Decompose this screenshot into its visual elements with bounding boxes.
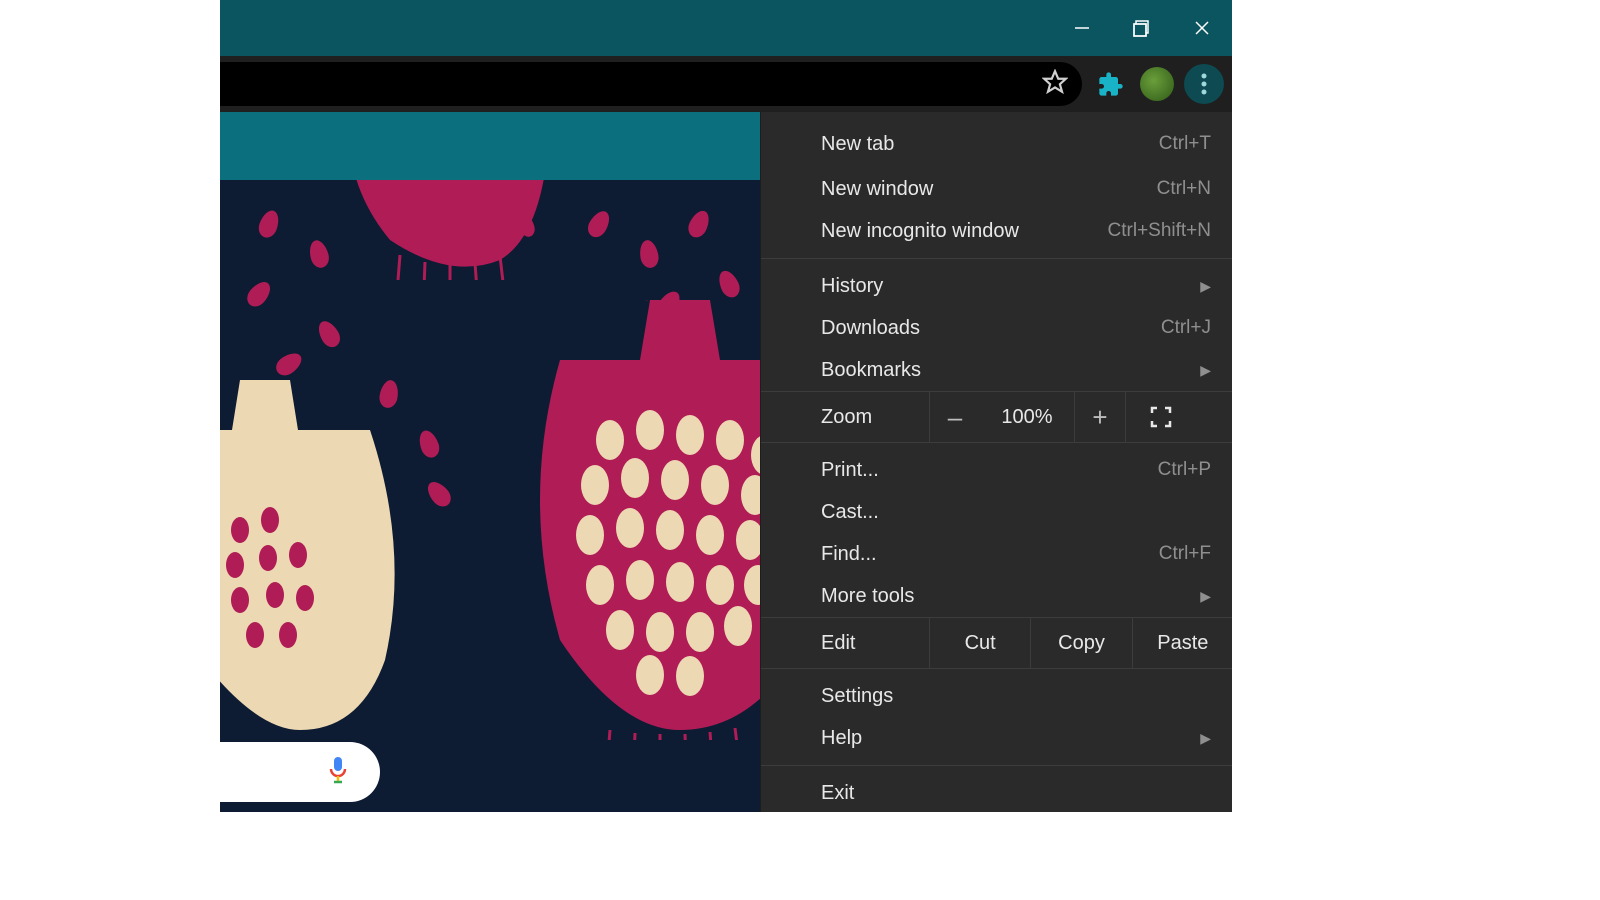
omnibox[interactable] <box>220 62 1082 106</box>
microphone-icon[interactable] <box>326 755 350 790</box>
fullscreen-icon <box>1150 406 1172 428</box>
menu-separator <box>761 765 1232 766</box>
more-menu-button[interactable] <box>1184 64 1224 104</box>
menu-item-new-window[interactable]: New windowCtrl+N <box>761 168 1232 210</box>
zoom-label: Zoom <box>761 406 929 429</box>
avatar-icon <box>1140 67 1174 101</box>
theme-background <box>220 180 760 812</box>
menu-item-more-tools[interactable]: More tools▶ <box>761 575 1232 617</box>
edit-copy-button[interactable]: Copy <box>1030 618 1131 668</box>
page-header-strip <box>220 112 760 180</box>
chrome-menu: New tabCtrl+T New windowCtrl+N New incog… <box>760 112 1232 812</box>
page-content <box>220 112 760 812</box>
chevron-right-icon: ▶ <box>1200 278 1211 295</box>
menu-edit-row: Edit Cut Copy Paste <box>761 617 1232 669</box>
menu-item-help[interactable]: Help▶ <box>761 717 1232 759</box>
chevron-right-icon: ▶ <box>1200 730 1211 747</box>
menu-item-downloads[interactable]: DownloadsCtrl+J <box>761 307 1232 349</box>
search-pill[interactable] <box>220 742 380 802</box>
star-icon[interactable] <box>1042 69 1068 100</box>
menu-item-find[interactable]: Find...Ctrl+F <box>761 533 1232 575</box>
profile-avatar[interactable] <box>1134 61 1180 107</box>
edit-cut-button[interactable]: Cut <box>929 618 1030 668</box>
edit-label: Edit <box>761 632 929 655</box>
pomegranate-illustration-2 <box>220 380 400 740</box>
titlebar <box>220 0 1232 56</box>
extensions-icon[interactable] <box>1088 61 1134 107</box>
menu-item-exit[interactable]: Exit <box>761 772 1232 812</box>
edit-paste-button[interactable]: Paste <box>1132 618 1232 668</box>
zoom-out-button[interactable]: – <box>929 392 980 442</box>
menu-item-print[interactable]: Print...Ctrl+P <box>761 443 1232 491</box>
menu-item-new-incognito[interactable]: New incognito windowCtrl+Shift+N <box>761 210 1232 252</box>
chevron-right-icon: ▶ <box>1200 362 1211 379</box>
chevron-right-icon: ▶ <box>1200 588 1211 605</box>
menu-item-settings[interactable]: Settings <box>761 669 1232 717</box>
menu-separator <box>761 258 1232 259</box>
menu-item-bookmarks[interactable]: Bookmarks▶ <box>761 349 1232 391</box>
menu-item-cast[interactable]: Cast... <box>761 491 1232 533</box>
browser-window: New tabCtrl+T New windowCtrl+N New incog… <box>220 0 1232 812</box>
kebab-icon <box>1201 73 1207 95</box>
menu-zoom-row: Zoom – 100% + <box>761 391 1232 443</box>
pomegranate-illustration <box>500 300 760 740</box>
menu-item-history[interactable]: History▶ <box>761 265 1232 307</box>
zoom-in-button[interactable]: + <box>1074 392 1125 442</box>
zoom-value: 100% <box>980 406 1074 429</box>
minimize-button[interactable] <box>1052 0 1112 56</box>
close-button[interactable] <box>1172 0 1232 56</box>
menu-item-new-tab[interactable]: New tabCtrl+T <box>761 112 1232 168</box>
fullscreen-button[interactable] <box>1125 392 1196 442</box>
toolbar <box>220 56 1232 112</box>
maximize-button[interactable] <box>1112 0 1172 56</box>
